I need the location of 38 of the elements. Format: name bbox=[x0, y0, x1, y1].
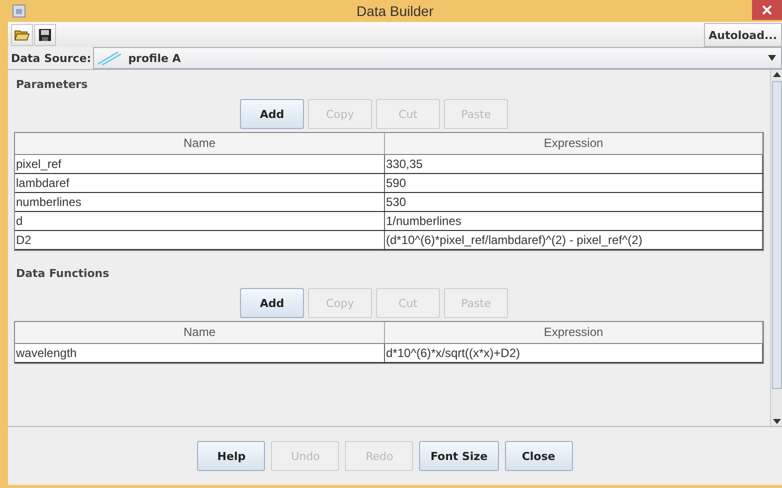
column-header: Expression bbox=[385, 322, 763, 343]
autoload-button[interactable]: Autoload... bbox=[704, 23, 782, 47]
table-cell: d bbox=[15, 212, 385, 230]
close-button[interactable] bbox=[752, 0, 782, 20]
scrollbar[interactable] bbox=[770, 70, 782, 426]
window-title: Data Builder bbox=[355, 3, 435, 19]
save-button[interactable] bbox=[34, 24, 56, 46]
table-cell: 590 bbox=[385, 174, 763, 192]
close-icon bbox=[762, 5, 772, 15]
section-title: Parameters bbox=[15, 77, 89, 93]
section-title: Data Functions bbox=[15, 266, 110, 282]
dropdown-arrow-icon bbox=[767, 55, 777, 61]
dialog-button[interactable]: Font Size bbox=[419, 441, 499, 471]
table-cell: (d*10^(6)*pixel_ref/lambdaref)^(2) - pixel_ref^(2) bbox=[385, 231, 763, 249]
table-action-button[interactable]: Add bbox=[240, 288, 304, 318]
dialog-button[interactable]: Close bbox=[504, 441, 573, 471]
scroll-down-icon[interactable] bbox=[772, 419, 780, 424]
folder-icon bbox=[14, 28, 30, 42]
open-folder-button[interactable] bbox=[11, 24, 33, 46]
data-source-label: Data Source: bbox=[11, 52, 92, 64]
table-cell: 530 bbox=[385, 193, 763, 211]
table-cell: wavelength bbox=[15, 344, 385, 362]
scroll-up-icon[interactable] bbox=[772, 72, 780, 77]
column-header: Expression bbox=[385, 133, 763, 154]
table-cell: d*10^(6)*x/sqrt((x*x)+D2) bbox=[385, 344, 763, 362]
table-cell: numberlines bbox=[15, 193, 385, 211]
column-header: Name bbox=[15, 322, 385, 343]
data-source-dropdown[interactable]: profile A bbox=[93, 47, 782, 69]
table-cell: 330,35 bbox=[385, 155, 763, 173]
table-cell: 1/numberlines bbox=[385, 212, 763, 230]
column-header: Name bbox=[15, 133, 385, 154]
line-profile-icon bbox=[96, 50, 122, 66]
app-icon bbox=[12, 4, 26, 18]
dialog-button[interactable]: Help bbox=[197, 441, 266, 471]
table-cell: D2 bbox=[15, 231, 385, 249]
table-cell: pixel_ref bbox=[15, 155, 385, 173]
table-action-button[interactable]: Add bbox=[240, 99, 304, 129]
table-cell: lambdaref bbox=[15, 174, 385, 192]
